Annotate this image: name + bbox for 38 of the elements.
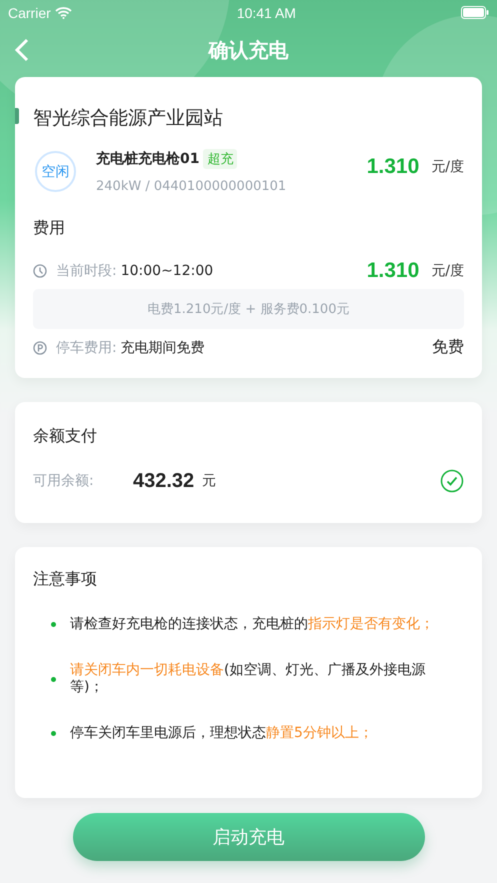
balance-label: 可用余额: — [33, 472, 95, 490]
page-title: 确认充电 — [208, 36, 288, 64]
gun-status: 空闲 — [35, 151, 76, 192]
bullet-dot — [51, 676, 56, 682]
balance-unit: 元 — [202, 472, 216, 490]
price-unit: 元/度 — [431, 158, 464, 176]
parking-fee: 免费 — [432, 337, 464, 358]
charge-type-tag: 超充 — [203, 149, 238, 169]
wifi-icon — [54, 6, 72, 18]
carrier-label: Carrier — [8, 4, 51, 20]
period-label: 当前时段: — [56, 262, 117, 280]
period-price: 1.310 — [366, 259, 420, 283]
clock-icon — [33, 264, 47, 278]
fee-breakdown: 电费1.210元/度 + 服务费0.100元 — [33, 289, 464, 329]
gun-spec: 240kW / 0440100000000101 — [96, 179, 288, 194]
note-text: 停车关闭车里电源后，理想状态静置5分钟以上； — [70, 724, 373, 742]
check-icon[interactable] — [440, 469, 464, 493]
gun-name: 充电桩充电枪01 — [96, 150, 200, 168]
payment-title: 余额支付 — [33, 426, 98, 447]
notes-title: 注意事项 — [33, 569, 98, 590]
bullet-dot — [51, 622, 56, 628]
period-time: 10:00~12:00 — [120, 263, 214, 279]
gun-price: 1.310 — [366, 155, 420, 179]
balance-amount: 432.32 — [133, 470, 194, 492]
back-icon[interactable] — [14, 38, 30, 62]
payment-card[interactable]: 余额支付 可用余额: 432.32 元 — [15, 402, 482, 523]
section-marker — [15, 108, 19, 124]
clock-time: 10:41 AM — [236, 4, 296, 20]
parking-icon — [33, 340, 47, 354]
parking-fee-note: 充电期间免费 — [120, 338, 205, 356]
price-unit: 元/度 — [431, 262, 464, 280]
fees-title: 费用 — [33, 218, 66, 239]
note-text: 请检查好充电枪的连接状态，充电桩的指示灯是否有变化； — [70, 616, 434, 634]
note-text: 请关闭车内一切耗电设备(如空调、灯光、广播及外接电源等)； — [70, 662, 426, 696]
parking-label: 停车费用: — [56, 338, 117, 356]
battery-icon — [461, 6, 489, 19]
bullet-dot — [51, 730, 56, 736]
station-name: 智光综合能源产业园站 — [33, 106, 224, 131]
